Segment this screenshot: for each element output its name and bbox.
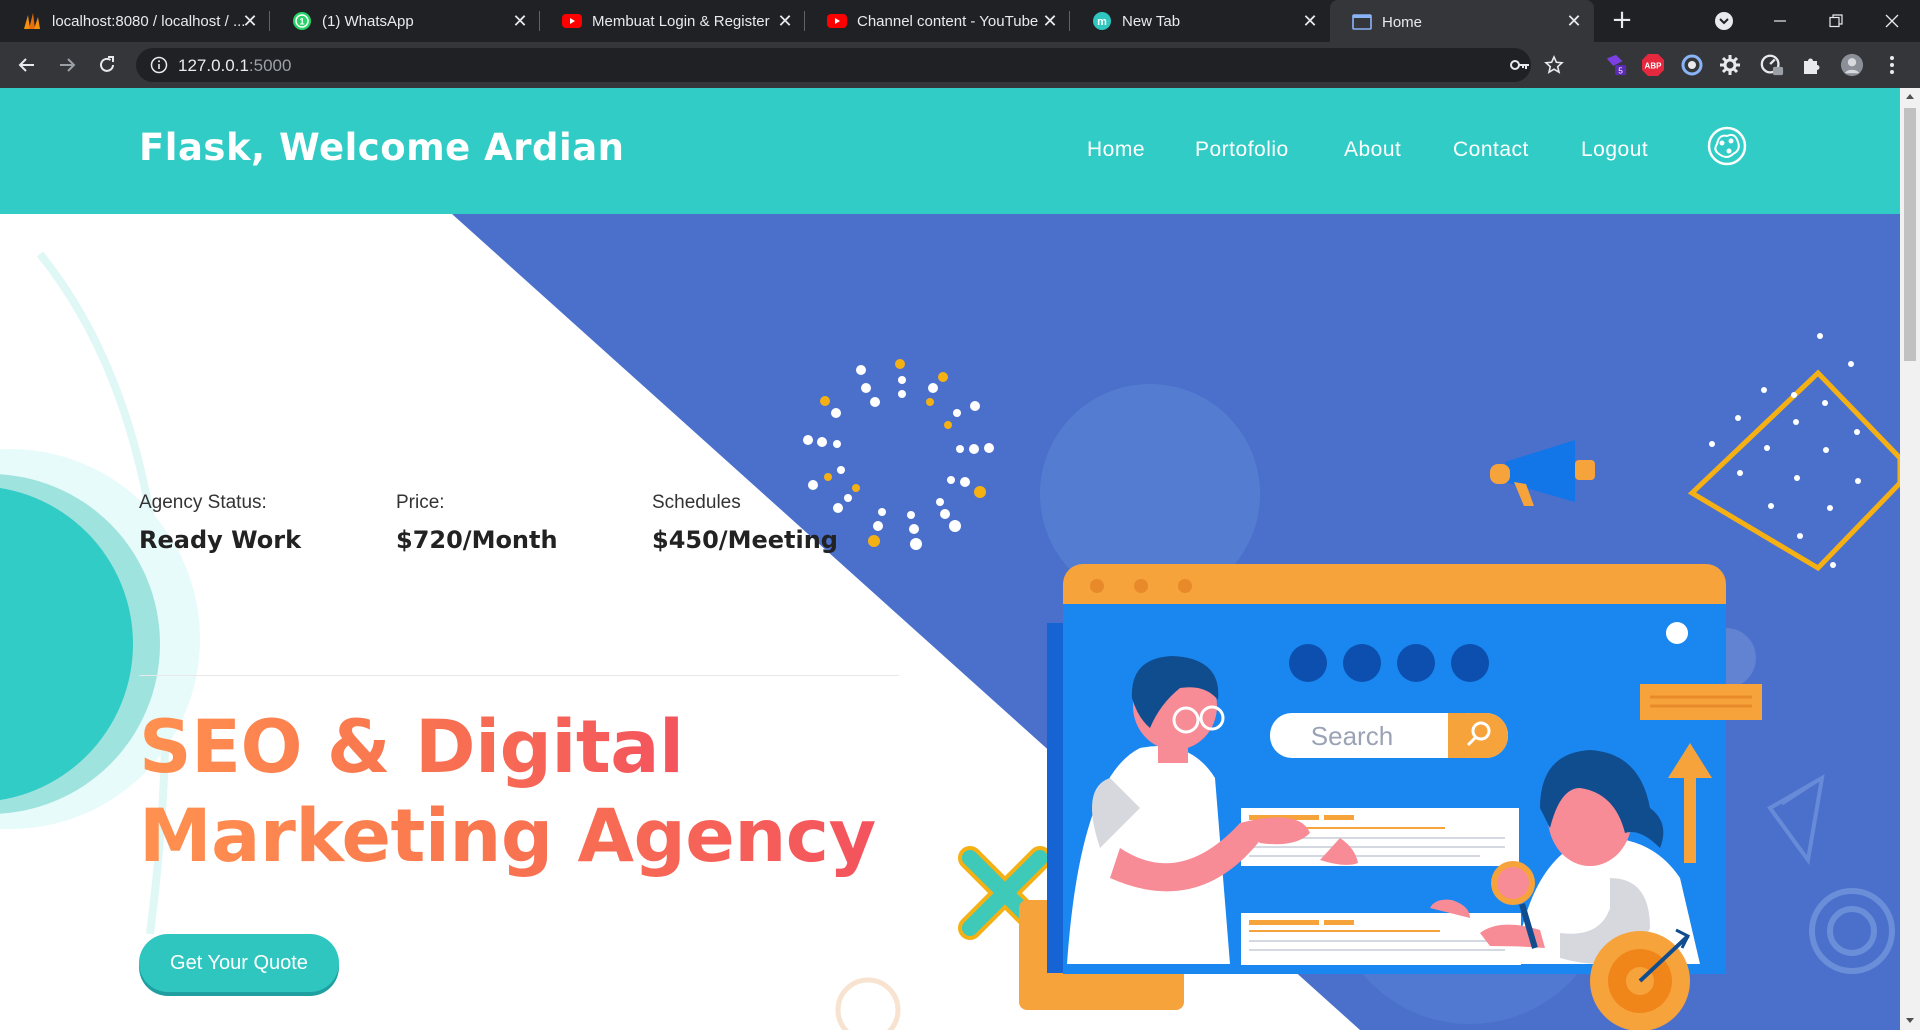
arrow-left-icon — [18, 58, 34, 72]
profile-avatar-icon[interactable] — [1840, 53, 1864, 77]
scrollbar-thumb[interactable] — [1904, 108, 1916, 361]
nav-contact[interactable]: Contact — [1453, 138, 1529, 162]
tab-title: Channel content - YouTube — [857, 12, 1039, 30]
back-button[interactable] — [13, 51, 41, 79]
site-brand[interactable]: Flask, Welcome Ardian — [139, 126, 625, 169]
browser-tab-strip: localhost:8080 / localhost / ... ✕ 1 (1)… — [0, 0, 1920, 44]
brain-icon[interactable] — [1705, 124, 1749, 168]
arrow-right-icon — [60, 58, 76, 72]
tab-title: Membuat Login & Register — [592, 12, 770, 30]
minimize-window-button[interactable] — [1752, 0, 1808, 42]
site-header: Flask, Welcome Ardian Home Portofolio Ab… — [0, 88, 1900, 214]
adblock-icon[interactable]: ABP — [1641, 53, 1665, 77]
tab-whatsapp[interactable]: 1 (1) WhatsApp ✕ — [270, 0, 540, 42]
stat-schedules-label: Schedules — [652, 492, 741, 513]
ext-badge-count: 5 — [1618, 65, 1623, 75]
reload-icon — [100, 56, 114, 72]
phpmyadmin-icon — [22, 11, 42, 31]
minimize-icon — [1774, 20, 1786, 22]
nav-about[interactable]: About — [1344, 138, 1401, 162]
tab-membuat-login[interactable]: Membuat Login & Register ✕ — [540, 0, 805, 42]
gear-extension-icon[interactable] — [1718, 53, 1742, 77]
close-tab-icon[interactable]: ✕ — [775, 11, 795, 31]
new-tab-button[interactable]: + — [1608, 7, 1636, 35]
web-page: Flask, Welcome Ardian Home Portofolio Ab… — [0, 88, 1900, 1030]
diamond-decoration — [1687, 333, 1900, 572]
stat-agency-status-label: Agency Status: — [139, 492, 267, 513]
target-ring-icon — [1809, 888, 1895, 974]
dotted-circle-decoration — [803, 359, 994, 550]
close-tab-icon[interactable]: ✕ — [240, 11, 260, 31]
close-icon — [1885, 14, 1899, 28]
nav-home[interactable]: Home — [1087, 138, 1145, 162]
restore-icon — [1829, 14, 1843, 28]
kebab-menu-icon[interactable] — [1880, 53, 1904, 77]
puzzle-icon[interactable] — [1800, 53, 1824, 77]
scroll-up-arrow-icon[interactable] — [1906, 94, 1914, 99]
tab-title: localhost:8080 / localhost / ... — [52, 12, 246, 30]
tab-title: New Tab — [1122, 12, 1181, 30]
youtube-icon — [827, 11, 847, 31]
nav-logout[interactable]: Logout — [1581, 138, 1648, 162]
stat-price-label: Price: — [396, 492, 445, 513]
new-tab-m-icon: m — [1092, 11, 1112, 31]
get-quote-button[interactable]: Get Your Quote — [139, 934, 339, 992]
forward-button[interactable] — [53, 51, 81, 79]
seo-illustration: Search — [803, 333, 1900, 1030]
bookmark-star-icon[interactable] — [1544, 55, 1564, 75]
speedometer-icon[interactable] — [1760, 53, 1784, 77]
tab-title: (1) WhatsApp — [322, 12, 414, 30]
close-tab-icon[interactable]: ✕ — [1040, 11, 1060, 31]
stat-schedules-value: $450/Meeting — [652, 526, 838, 554]
info-icon[interactable] — [150, 56, 168, 74]
youtube-icon — [562, 11, 582, 31]
nav-portofolio[interactable]: Portofolio — [1195, 138, 1289, 162]
url-text: 127.0.0.1:5000 — [178, 56, 291, 76]
url-host: 127.0.0.1 — [178, 56, 249, 75]
url-port: :5000 — [248, 56, 292, 75]
tab-channel-content[interactable]: Channel content - YouTube ✕ — [805, 0, 1070, 42]
circle-extension-icon[interactable] — [1680, 53, 1704, 77]
password-key-icon[interactable] — [1509, 56, 1531, 74]
svg-text:m: m — [1097, 16, 1107, 28]
abp-label: ABP — [1645, 62, 1663, 71]
close-tab-icon[interactable]: ✕ — [510, 11, 530, 31]
extension-badge-icon[interactable]: 5 — [1604, 53, 1628, 77]
close-tab-icon[interactable]: ✕ — [1564, 11, 1584, 31]
illustration-search-text: Search — [1311, 721, 1393, 751]
whatsapp-icon: 1 — [292, 11, 312, 31]
stats-divider — [139, 675, 899, 676]
tab-search-button[interactable] — [1696, 0, 1752, 42]
stat-agency-status-value: Ready Work — [139, 526, 302, 554]
address-bar[interactable]: 127.0.0.1:5000 — [136, 48, 1564, 82]
svg-text:1: 1 — [299, 17, 304, 27]
page-icon — [1352, 12, 1372, 32]
close-window-button[interactable] — [1864, 0, 1920, 42]
tab-home[interactable]: Home ✕ — [1330, 0, 1594, 44]
paper-plane-icon — [1767, 774, 1825, 865]
chevron-down-icon — [1715, 12, 1733, 30]
restore-window-button[interactable] — [1808, 0, 1864, 42]
tab-phpmyadmin[interactable]: localhost:8080 / localhost / ... ✕ — [0, 0, 270, 42]
megaphone-icon — [1490, 440, 1595, 506]
scroll-down-arrow-icon[interactable] — [1906, 1018, 1914, 1023]
close-tab-icon[interactable]: ✕ — [1300, 11, 1320, 31]
reload-button[interactable] — [93, 51, 121, 79]
orange-label-decoration — [1640, 684, 1762, 720]
hero-headline-line2: Marketing Agency — [139, 794, 876, 879]
stat-price-value: $720/Month — [396, 526, 558, 554]
page-scrollbar[interactable] — [1900, 88, 1920, 1030]
tab-new-tab[interactable]: m New Tab ✕ — [1070, 0, 1330, 42]
hero-headline-line1: SEO & Digital — [139, 705, 684, 790]
browser-toolbar: 127.0.0.1:5000 5 ABP — [0, 42, 1920, 88]
tab-title: Home — [1382, 13, 1423, 31]
